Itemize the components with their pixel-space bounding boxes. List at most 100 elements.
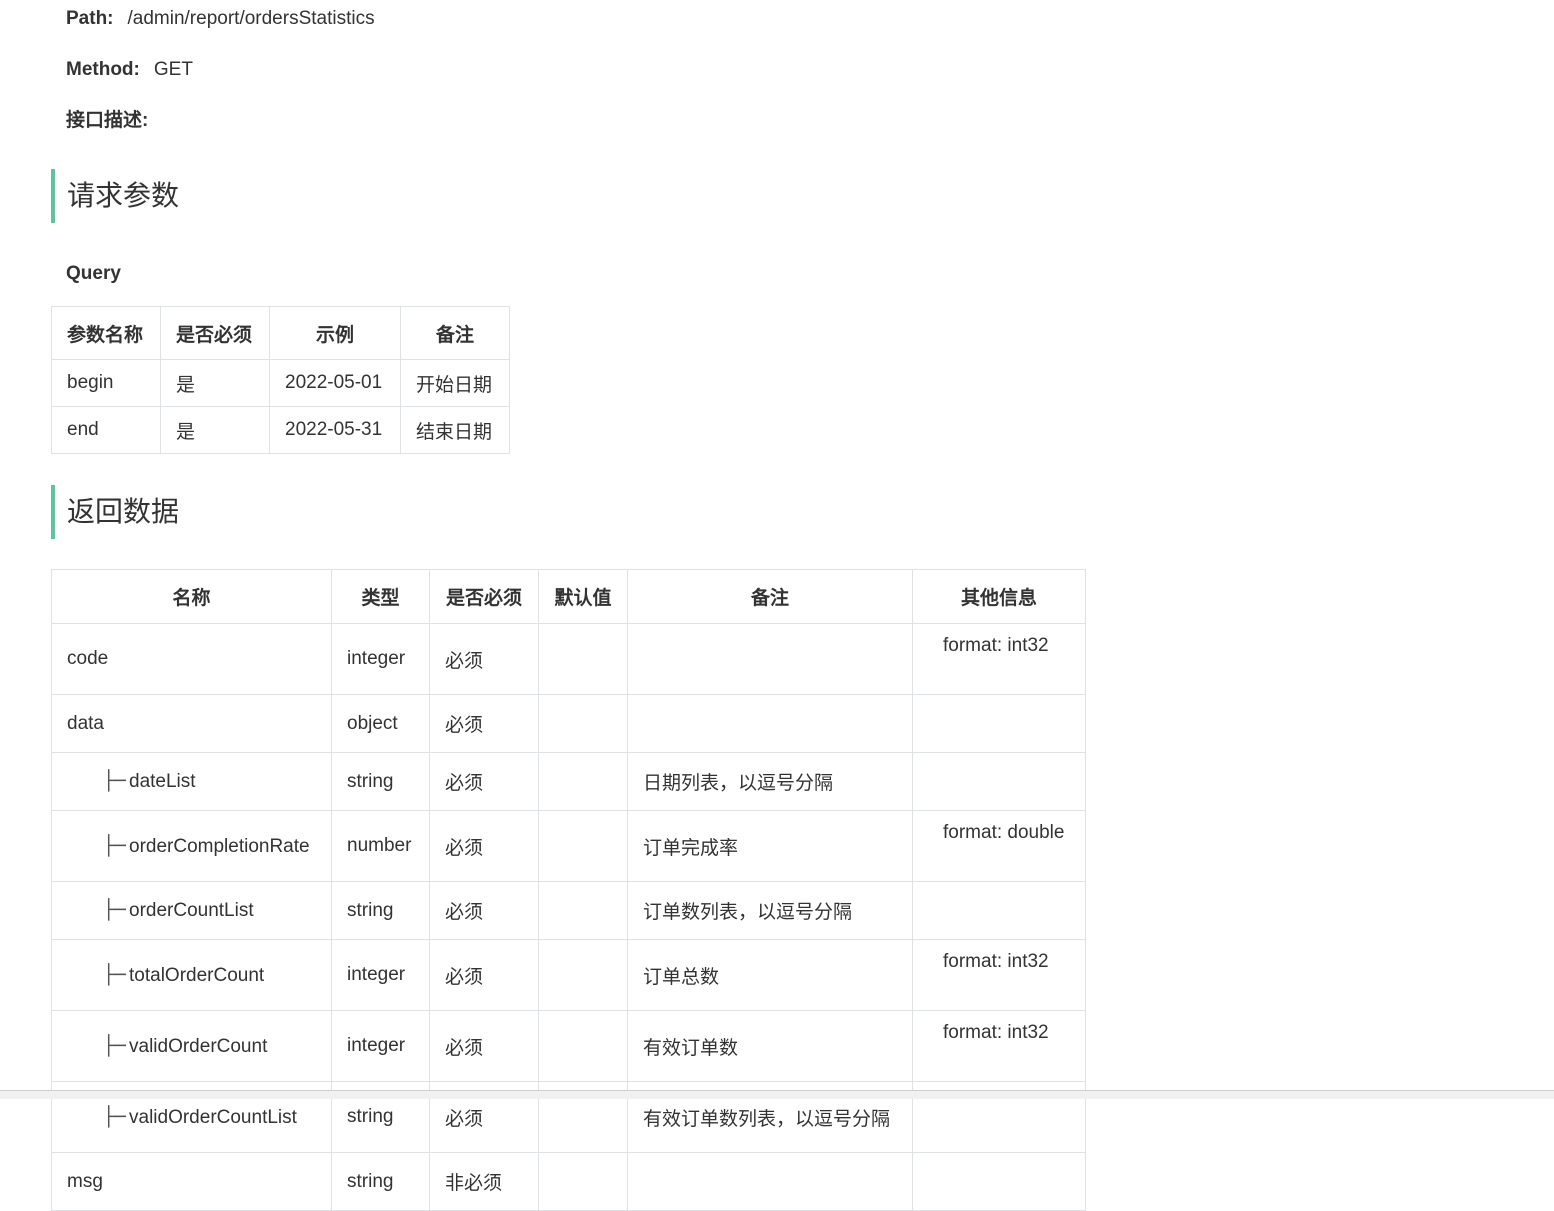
field-note-cell	[627, 1152, 913, 1211]
field-name: validOrderCountList	[129, 1106, 297, 1128]
header-name: 名称	[51, 569, 332, 624]
tree-branch-icon: ├─	[103, 770, 126, 792]
header-note: 备注	[400, 306, 510, 360]
param-required-cell: 是	[160, 406, 270, 454]
table-row: begin 是 2022-05-01 开始日期	[51, 359, 510, 407]
field-type-cell: string	[331, 1152, 430, 1211]
table-header-row: 名称 类型 是否必须 默认值 备注 其他信息	[51, 569, 1086, 624]
field-name: orderCountList	[129, 900, 254, 921]
table-row: ├─ totalOrderCount integer 必须 订单总数 format: in…	[51, 939, 1086, 1011]
field-other-info-cell: format: int32	[912, 1010, 1086, 1082]
field-required-cell: 非必须	[429, 1152, 539, 1211]
tree-branch-icon: ├─	[103, 1105, 126, 1128]
field-default-cell	[538, 881, 628, 940]
field-type-cell: integer	[331, 939, 430, 1011]
field-required-cell: 必须	[429, 1010, 539, 1082]
field-default-cell	[538, 810, 628, 882]
table-row: data object 必须	[51, 694, 1086, 753]
header-note: 备注	[627, 569, 913, 624]
header-param-name: 参数名称	[51, 306, 161, 360]
field-name-cell: data	[51, 694, 332, 753]
field-note-cell: 有效订单数	[627, 1010, 913, 1082]
path-label: Path:	[66, 8, 114, 29]
field-other-info-cell	[912, 1152, 1086, 1211]
field-name: totalOrderCount	[129, 964, 265, 986]
method-label: Method:	[66, 59, 140, 80]
field-type-cell: string	[331, 881, 430, 940]
param-example-cell: 2022-05-01	[269, 359, 401, 407]
description-line: 接口描述:	[66, 109, 162, 133]
field-type-cell: string	[331, 752, 430, 811]
path-value: /admin/report/ordersStatistics	[127, 8, 375, 29]
field-name-cell: ├─ dateList	[51, 752, 332, 811]
tree-branch-icon: ├─	[103, 1034, 126, 1057]
header-example: 示例	[269, 306, 401, 360]
field-name-cell: msg	[51, 1152, 332, 1211]
field-name: validOrderCount	[129, 1035, 268, 1057]
field-name-cell: code	[51, 623, 332, 695]
header-required: 是否必须	[429, 569, 539, 624]
field-required-cell: 必须	[429, 881, 539, 940]
field-name-cell: ├─ orderCountList	[51, 881, 332, 940]
field-default-cell	[538, 623, 628, 695]
field-name: code	[67, 648, 109, 669]
response-data-title: 返回数据	[51, 485, 179, 539]
header-required: 是否必须	[160, 306, 270, 360]
field-other-info-cell	[912, 881, 1086, 940]
field-note-cell: 订单数列表，以逗号分隔	[627, 881, 913, 940]
table-row: ├─ orderCountList string 必须 订单数列表，以逗号分隔	[51, 881, 1086, 940]
description-label: 接口描述:	[66, 110, 149, 131]
field-default-cell	[538, 1010, 628, 1082]
field-name-cell: ├─ totalOrderCount	[51, 939, 332, 1011]
method-value: GET	[153, 59, 193, 80]
field-name: dateList	[129, 771, 196, 792]
field-other-info-cell	[912, 752, 1086, 811]
method-line: Method: GET	[66, 58, 193, 82]
field-type-cell: integer	[331, 1010, 430, 1082]
param-name-cell: begin	[51, 359, 161, 407]
field-type-cell: integer	[331, 623, 430, 695]
table-row: ├─ orderCompletionRate number 必须 订单完成率 format…	[51, 810, 1086, 882]
tree-branch-icon: ├─	[103, 899, 126, 921]
table-row: code integer 必须 format: int32	[51, 623, 1086, 695]
header-default: 默认值	[538, 569, 628, 624]
param-example-cell: 2022-05-31	[269, 406, 401, 454]
param-note-cell: 结束日期	[400, 406, 510, 454]
tree-branch-icon: ├─	[103, 963, 126, 986]
tree-branch-icon: ├─	[103, 834, 126, 857]
field-name: msg	[67, 1170, 103, 1192]
field-default-cell	[538, 694, 628, 753]
table-row: end 是 2022-05-31 结束日期	[51, 406, 510, 454]
field-name: data	[67, 712, 104, 734]
table-row: ├─ validOrderCount integer 必须 有效订单数 format: i…	[51, 1010, 1086, 1082]
field-default-cell	[538, 939, 628, 1011]
param-note-cell: 开始日期	[400, 359, 510, 407]
table-header-row: 参数名称 是否必须 示例 备注	[51, 306, 510, 360]
field-note-cell: 订单总数	[627, 939, 913, 1011]
field-required-cell: 必须	[429, 752, 539, 811]
field-required-cell: 必须	[429, 939, 539, 1011]
field-type-cell: object	[331, 694, 430, 753]
field-default-cell	[538, 752, 628, 811]
request-params-title: 请求参数	[51, 169, 179, 223]
field-other-info-cell: format: int32	[912, 623, 1086, 695]
field-other-info-cell: format: double	[912, 810, 1086, 882]
field-note-cell: 日期列表，以逗号分隔	[627, 752, 913, 811]
field-name-cell: ├─ validOrderCount	[51, 1010, 332, 1082]
param-name-cell: end	[51, 406, 161, 454]
query-params-table: 参数名称 是否必须 示例 备注 begin 是 2022-05-01 开始日期 …	[51, 306, 510, 454]
field-required-cell: 必须	[429, 623, 539, 695]
header-type: 类型	[331, 569, 430, 624]
field-note-cell	[627, 623, 913, 695]
field-name-cell: ├─ orderCompletionRate	[51, 810, 332, 882]
field-required-cell: 必须	[429, 810, 539, 882]
field-default-cell	[538, 1152, 628, 1211]
field-required-cell: 必须	[429, 694, 539, 753]
field-other-info-cell	[912, 694, 1086, 753]
response-fields-table: 名称 类型 是否必须 默认值 备注 其他信息 code integer 必须 form…	[51, 569, 1086, 1211]
field-note-cell	[627, 694, 913, 753]
path-line: Path: /admin/report/ordersStatistics	[66, 7, 375, 31]
field-type-cell: number	[331, 810, 430, 882]
param-required-cell: 是	[160, 359, 270, 407]
table-row: ├─ dateList string 必须 日期列表，以逗号分隔	[51, 752, 1086, 811]
